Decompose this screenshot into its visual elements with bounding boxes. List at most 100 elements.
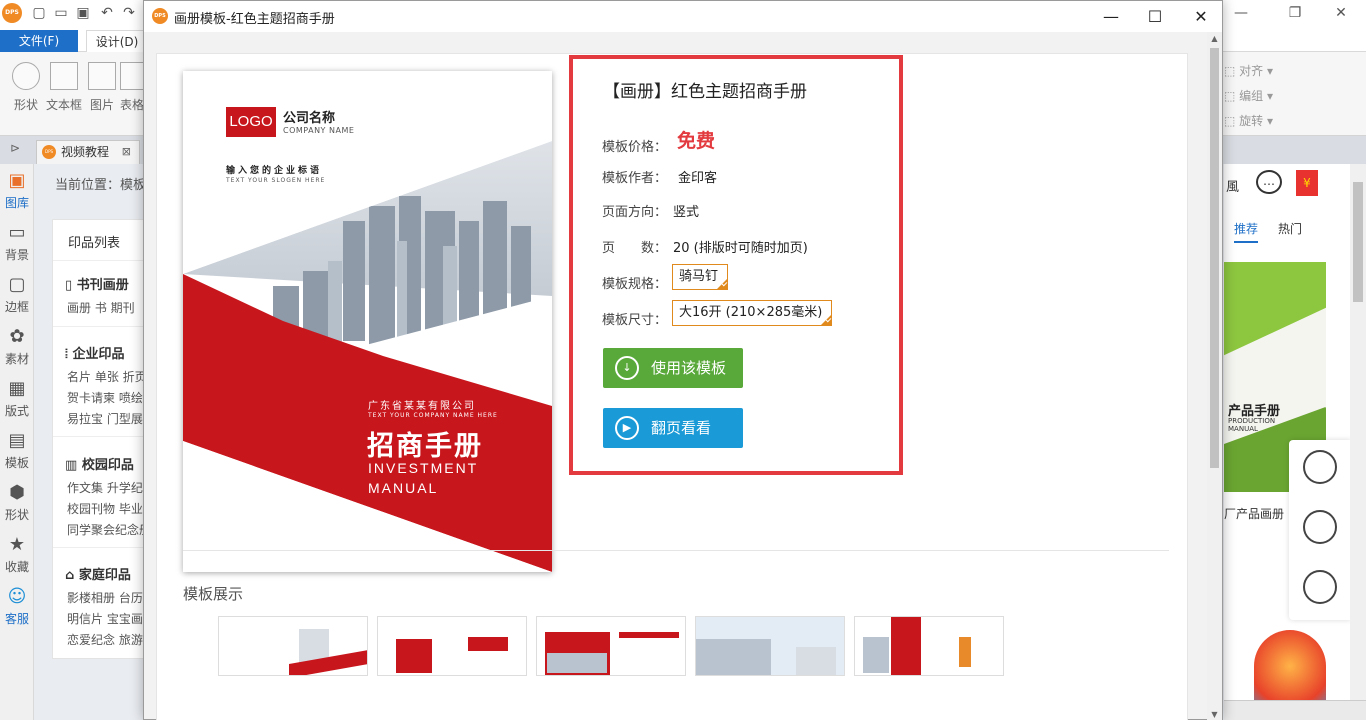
rail-service[interactable]: ☺ 客服 bbox=[0, 586, 34, 627]
orientation-value: 竖式 bbox=[673, 205, 700, 220]
sub-family-2[interactable]: 明信片 宝宝画 bbox=[67, 610, 143, 627]
pages-label: 页 数： bbox=[602, 241, 668, 256]
rail-favorites[interactable]: ★ 收藏 bbox=[0, 534, 34, 575]
app-logo: DPS bbox=[2, 3, 22, 23]
close-tab-icon[interactable]: ⊠ bbox=[122, 141, 131, 163]
tab-video-label: 视频教程 bbox=[61, 145, 110, 159]
book-icon: ▯ bbox=[65, 278, 77, 293]
tab-file[interactable]: 文件(F) bbox=[0, 30, 78, 52]
category-books[interactable]: ▯ 书刊画册 bbox=[65, 274, 129, 293]
scroll-up-icon[interactable]: ▲ bbox=[1207, 34, 1222, 43]
chat-icon: ☺ bbox=[7, 586, 27, 607]
group-label: 编组 bbox=[1239, 89, 1264, 103]
download-arrow-icon: ↓ bbox=[615, 356, 639, 380]
use-template-button[interactable]: ↓ 使用该模板 bbox=[603, 348, 743, 388]
spec-value: 骑马钉 bbox=[679, 269, 719, 284]
use-template-label: 使用该模板 bbox=[651, 359, 727, 377]
table-tool-label: 表格 bbox=[120, 98, 144, 112]
category-family[interactable]: ⌂ 家庭印品 bbox=[65, 564, 131, 583]
group-tool[interactable]: ⬚ 编组 ▾ bbox=[1224, 87, 1304, 104]
minimize-button[interactable]: — bbox=[1088, 1, 1134, 32]
textbox-tool[interactable]: 文本框 bbox=[44, 62, 84, 113]
tab-design[interactable]: 设计(D) bbox=[86, 30, 148, 53]
rail-shape[interactable]: ⬢ 形状 bbox=[0, 482, 34, 523]
template-title: 【画册】红色主题招商手册 bbox=[603, 82, 807, 102]
showcase-thumbnail[interactable] bbox=[536, 616, 686, 676]
size-select[interactable]: 大16开 (210×285毫米) bbox=[672, 300, 832, 326]
category-campus[interactable]: ▥ 校园印品 bbox=[65, 454, 134, 473]
tab-recommended[interactable]: 推荐 bbox=[1234, 220, 1259, 243]
align-tool[interactable]: ⬚ 对齐 ▾ bbox=[1224, 62, 1304, 79]
section-divider bbox=[183, 550, 1169, 551]
restore-icon[interactable]: ❐ bbox=[1286, 4, 1304, 22]
right-panel-scrollbar[interactable] bbox=[1350, 164, 1366, 720]
window-title: 画册模板-红色主题招商手册 bbox=[174, 12, 335, 27]
card-caption: 厂产品画册 bbox=[1224, 507, 1285, 521]
window-scrollbar[interactable]: ▲ ▼ bbox=[1207, 32, 1222, 720]
wechat-icon[interactable] bbox=[1303, 510, 1337, 544]
spec-select[interactable]: 骑马钉 bbox=[672, 264, 728, 290]
showcase-thumbnail[interactable] bbox=[218, 616, 368, 676]
rotate-icon: ⬚ bbox=[1224, 114, 1236, 128]
panel-toggle-icon[interactable]: ⊳ bbox=[10, 141, 20, 155]
sub-enterprise-1[interactable]: 名片 单张 折页 bbox=[67, 368, 147, 385]
cover-artwork bbox=[183, 71, 552, 572]
size-value: 大16开 (210×285毫米) bbox=[679, 305, 823, 320]
comment-icon[interactable]: … bbox=[1256, 170, 1282, 194]
image-icon bbox=[88, 62, 116, 90]
save-icon[interactable]: ▣ bbox=[74, 4, 92, 22]
layout-icon: ▦ bbox=[8, 378, 26, 399]
home-icon: ⌂ bbox=[65, 568, 79, 583]
qq-icon[interactable] bbox=[1303, 450, 1337, 484]
template-cover-preview[interactable]: LOGO 公司名称 COMPANY NAME 输入您的企业标语 TEXT YOU… bbox=[183, 71, 552, 572]
close-button[interactable]: ✕ bbox=[1178, 1, 1224, 32]
sub-enterprise-2[interactable]: 贺卡请柬 喷绘 bbox=[67, 389, 143, 406]
rotate-tool[interactable]: ⬚ 旋转 ▾ bbox=[1224, 112, 1304, 129]
rail-background[interactable]: ▭ 背景 bbox=[0, 222, 34, 263]
sub-campus-1[interactable]: 作文集 升学纪 bbox=[67, 479, 143, 496]
align-label: 对齐 bbox=[1239, 64, 1264, 78]
open-folder-icon[interactable]: ▭ bbox=[52, 4, 70, 22]
showcase-thumbnail[interactable] bbox=[377, 616, 527, 676]
rail-gallery[interactable]: ▣ 图库 bbox=[0, 170, 34, 211]
shape-tool[interactable]: 形状 bbox=[6, 62, 46, 113]
minimize-icon[interactable]: — bbox=[1232, 4, 1250, 22]
new-file-icon[interactable]: ▢ bbox=[30, 4, 48, 22]
close-icon[interactable]: ✕ bbox=[1332, 4, 1350, 22]
price-value: 免费 bbox=[677, 130, 716, 152]
rotate-label: 旋转 bbox=[1239, 114, 1264, 128]
undo-icon[interactable]: ↶ bbox=[98, 4, 116, 22]
tab-video-tutorial[interactable]: DPS 视频教程 ⊠ bbox=[36, 140, 140, 164]
showcase-thumbnail[interactable] bbox=[854, 616, 1004, 676]
floating-contact-bar bbox=[1289, 440, 1351, 620]
scroll-down-icon[interactable]: ▼ bbox=[1207, 710, 1222, 719]
shape-tool-label: 形状 bbox=[13, 98, 38, 112]
image-tool[interactable]: 图片 bbox=[82, 62, 122, 113]
category-enterprise[interactable]: ⦙ 企业印品 bbox=[65, 343, 124, 362]
maximize-button[interactable]: ☐ bbox=[1132, 1, 1178, 32]
showcase-thumbnail[interactable] bbox=[695, 616, 845, 676]
flip-preview-button[interactable]: ▶ 翻页看看 bbox=[603, 408, 743, 448]
redo-icon[interactable]: ↷ bbox=[120, 4, 138, 22]
sub-family-1[interactable]: 影楼相册 台历 bbox=[67, 589, 143, 606]
tab-popular[interactable]: 热门 bbox=[1278, 220, 1302, 237]
author-value: 金印客 bbox=[678, 171, 718, 186]
sub-campus-3[interactable]: 同学聚会纪念册 bbox=[67, 521, 151, 538]
table-tool[interactable]: 表格 bbox=[120, 62, 144, 113]
rail-layout[interactable]: ▦ 版式 bbox=[0, 378, 34, 419]
scrollbar-thumb[interactable] bbox=[1210, 48, 1219, 468]
sub-enterprise-3[interactable]: 易拉宝 门型展 bbox=[67, 410, 143, 427]
support-headset-icon[interactable] bbox=[1303, 570, 1337, 604]
sub-campus-2[interactable]: 校园刊物 毕业 bbox=[67, 500, 143, 517]
sub-books[interactable]: 画册 书 期刊 bbox=[67, 299, 135, 316]
rail-border[interactable]: ▢ 边框 bbox=[0, 274, 34, 315]
cover-slogan: 输入您的企业标语 bbox=[226, 166, 323, 176]
red-packet-icon[interactable]: ¥ bbox=[1296, 170, 1318, 196]
rail-material[interactable]: ✿ 素材 bbox=[0, 326, 34, 367]
cover-title-en-1: INVESTMENT bbox=[368, 460, 479, 476]
sub-family-3[interactable]: 恋爱纪念 旅游 bbox=[67, 631, 143, 648]
template-info-panel: 【画册】红色主题招商手册 模板价格： 免费 模板作者： 金印客 页面方向： 竖式… bbox=[569, 55, 903, 475]
pages-value: 20 (排版时可随时加页) bbox=[673, 241, 808, 256]
rail-template[interactable]: ▤ 模板 bbox=[0, 430, 34, 471]
card-subtitle: PRODUCTION MANUAL bbox=[1228, 417, 1276, 433]
